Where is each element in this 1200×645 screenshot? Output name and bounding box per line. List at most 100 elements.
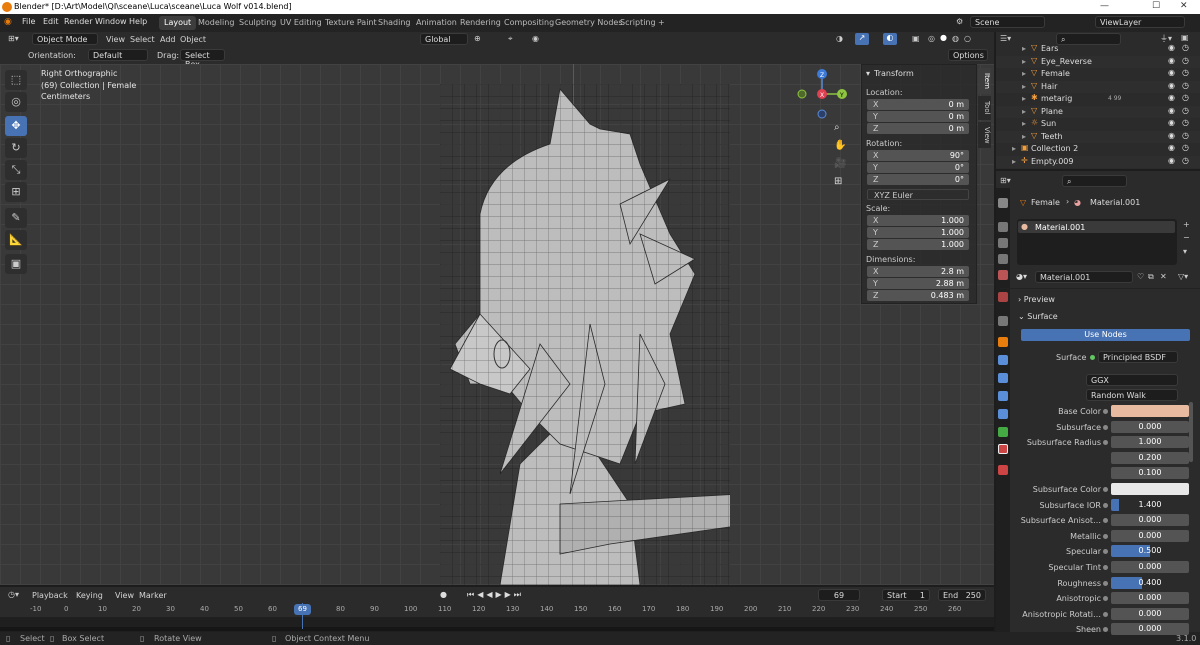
- subsurface-method-selector[interactable]: Random Walk: [1086, 389, 1178, 401]
- orientation-selector[interactable]: Default: [88, 49, 148, 61]
- socket-icon[interactable]: [1103, 487, 1108, 492]
- scene-tab-icon[interactable]: [998, 270, 1008, 280]
- socket-icon[interactable]: [1103, 518, 1108, 524]
- camera-render-icon[interactable]: ◷: [1182, 93, 1189, 102]
- new-collection-icon[interactable]: ▣: [1181, 33, 1189, 42]
- property-value-field[interactable]: 0.500: [1111, 545, 1189, 557]
- viewlayer-selector[interactable]: ViewLayer: [1095, 16, 1185, 28]
- menu-render[interactable]: Render: [64, 17, 92, 26]
- menu-help[interactable]: Help: [129, 17, 147, 26]
- scale-z-field[interactable]: Z 1.000: [867, 239, 969, 250]
- camera-render-icon[interactable]: ◷: [1182, 68, 1189, 77]
- socket-icon[interactable]: [1103, 502, 1108, 508]
- object-tab-icon[interactable]: [998, 337, 1008, 347]
- dimensions-x-field[interactable]: X 2.8 m: [867, 266, 969, 277]
- timeline-editor-icon[interactable]: ◷▾: [8, 590, 19, 599]
- particles-tab-icon[interactable]: [998, 373, 1008, 383]
- rendered-shading-icon[interactable]: ○: [964, 34, 971, 43]
- preview-panel-header[interactable]: › Preview: [1018, 295, 1055, 304]
- material-tab-icon[interactable]: [998, 444, 1008, 454]
- menu-file[interactable]: File: [22, 17, 35, 26]
- view-menu[interactable]: View: [115, 591, 134, 600]
- socket-icon[interactable]: [1103, 565, 1108, 570]
- location-z-field[interactable]: Z0 m: [867, 123, 969, 134]
- outliner-item[interactable]: ▸ ▽ Female ◉ ◷: [996, 68, 1200, 80]
- pivot-icon[interactable]: ⊕: [474, 34, 481, 43]
- tab-layout[interactable]: Layout: [159, 16, 197, 30]
- eye-icon[interactable]: ◉: [1168, 106, 1175, 115]
- expand-arrow-icon[interactable]: ▸: [1012, 144, 1016, 153]
- cursor-tool-icon[interactable]: ◎: [5, 92, 27, 112]
- menu-add[interactable]: Add: [160, 35, 176, 44]
- property-value-field[interactable]: 0.000: [1111, 529, 1189, 542]
- keying-menu[interactable]: Keying: [76, 591, 103, 600]
- property-value-field[interactable]: 0.000: [1111, 561, 1189, 573]
- duplicate-material-icon[interactable]: ⧉: [1148, 272, 1154, 282]
- xray-icon[interactable]: ▣: [912, 34, 920, 43]
- drag-selector[interactable]: Select Box: [180, 49, 225, 69]
- tab-modeling[interactable]: Modeling: [193, 16, 239, 30]
- modifiers-tab-icon[interactable]: [998, 355, 1008, 365]
- add-slot-button[interactable]: +: [1183, 220, 1190, 229]
- properties-search-input[interactable]: ⌕: [1062, 175, 1127, 187]
- eye-icon[interactable]: ◉: [1168, 131, 1175, 140]
- outliner-item[interactable]: ▸ ▽ Ears ◉ ◷: [996, 43, 1200, 55]
- camera-render-icon[interactable]: ◷: [1182, 56, 1189, 65]
- menu-select[interactable]: Select: [130, 35, 155, 44]
- transform-tool-icon[interactable]: ⊞: [5, 182, 27, 202]
- physics-tab-icon[interactable]: [998, 391, 1008, 401]
- record-icon[interactable]: ●: [440, 590, 447, 599]
- camera-render-icon[interactable]: ◷: [1182, 131, 1189, 140]
- sidebar-tab-tool[interactable]: Tool: [978, 96, 991, 120]
- camera-render-icon[interactable]: ◷: [1182, 118, 1189, 127]
- property-value-field[interactable]: 0.000: [1111, 420, 1189, 433]
- menu-view[interactable]: View: [106, 35, 125, 44]
- outliner-item[interactable]: ▸ ▣ Collection 2 ◉ ◷: [996, 143, 1200, 155]
- sidebar-tab-item[interactable]: Item: [978, 68, 991, 94]
- location-y-field[interactable]: Y0 m: [867, 111, 969, 122]
- outliner-item[interactable]: ▸ ▽ Plane ◉ ◷: [996, 105, 1200, 118]
- eye-icon[interactable]: ◉: [1168, 143, 1175, 152]
- playback-menu[interactable]: Playback: [32, 591, 68, 600]
- dimensions-z-field[interactable]: Z 0.483 m: [867, 290, 969, 301]
- camera-render-icon[interactable]: ◷: [1182, 143, 1189, 152]
- pan-hand-icon[interactable]: ✋: [834, 140, 846, 151]
- socket-icon[interactable]: [1103, 440, 1108, 446]
- socket-icon[interactable]: [1103, 611, 1108, 617]
- expand-arrow-icon[interactable]: ▸: [1022, 94, 1026, 103]
- material-browse-icon[interactable]: ◕▾: [1016, 272, 1027, 281]
- property-value-field[interactable]: 1.000: [1111, 436, 1189, 449]
- gizmo-toggle-icon[interactable]: ↗: [855, 33, 869, 45]
- character-mesh[interactable]: [440, 84, 730, 585]
- rotation-mode-selector[interactable]: XYZ Euler: [867, 189, 969, 200]
- rotate-tool-icon[interactable]: ↻: [5, 138, 27, 158]
- scene-selector[interactable]: Scene: [970, 16, 1045, 28]
- socket-icon[interactable]: [1103, 409, 1108, 414]
- expand-arrow-icon[interactable]: ▸: [1012, 157, 1016, 166]
- view-layer-tab-icon[interactable]: [998, 254, 1008, 264]
- socket-icon[interactable]: [1103, 580, 1108, 586]
- socket-icon[interactable]: [1103, 549, 1108, 555]
- panel-collapse-icon[interactable]: ▾: [866, 69, 870, 78]
- blender-menu-icon[interactable]: ◉: [4, 17, 12, 27]
- timeline-ruler[interactable]: -10 0 10 20 30 40 50 60 69 80 90 100 110 120 130 140 150…: [0, 603, 994, 617]
- fake-user-icon[interactable]: ♡: [1137, 272, 1144, 281]
- expand-arrow-icon[interactable]: ▸: [1022, 57, 1026, 66]
- use-nodes-button[interactable]: Use Nodes: [1021, 329, 1190, 341]
- eye-icon[interactable]: ◉: [1168, 81, 1175, 90]
- outliner-item[interactable]: ▸ ▽ Eye_Reverse ◉ ◷: [996, 55, 1200, 68]
- minimize-button[interactable]: —: [1100, 1, 1109, 11]
- collection-tab-icon[interactable]: [998, 316, 1008, 326]
- expand-arrow-icon[interactable]: ▸: [1022, 69, 1026, 78]
- eye-icon[interactable]: ◉: [1168, 156, 1175, 165]
- transform-orientation-selector[interactable]: Global: [420, 33, 468, 45]
- rotation-y-field[interactable]: Y 0°: [867, 162, 969, 173]
- measure-tool-icon[interactable]: 📐: [5, 230, 27, 250]
- property-value-field[interactable]: 1.400: [1111, 499, 1189, 511]
- eye-icon[interactable]: ◉: [1168, 118, 1175, 127]
- socket-icon[interactable]: [1103, 424, 1108, 430]
- color-swatch[interactable]: [1111, 405, 1189, 417]
- move-tool-icon[interactable]: ✥: [5, 116, 27, 136]
- outliner-item[interactable]: ▸ ☼ Sun ◉ ◷: [996, 118, 1200, 130]
- end-frame-field[interactable]: End 250: [938, 589, 986, 601]
